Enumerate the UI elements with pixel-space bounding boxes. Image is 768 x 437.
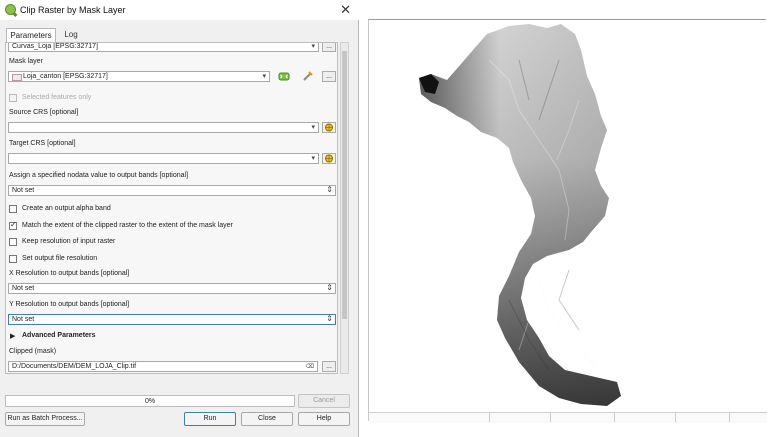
selected-features-label: Selected features only bbox=[22, 94, 92, 101]
mask-layer-label: Mask layer bbox=[9, 58, 43, 65]
keep-resolution-checkbox[interactable] bbox=[9, 238, 17, 246]
alpha-band-label: Create an output alpha band bbox=[22, 205, 111, 212]
help-button[interactable]: Help bbox=[298, 412, 350, 426]
y-resolution-value: Not set bbox=[12, 316, 35, 323]
x-resolution-label: X Resolution to output bands [optional] bbox=[9, 270, 130, 277]
input-layer-browse-button[interactable]: ... bbox=[322, 43, 336, 52]
input-layer-value: Curvas_Loja [EPSG:32717] bbox=[12, 43, 98, 50]
spin-arrows-icon[interactable]: ⇕ bbox=[326, 283, 333, 292]
status-field bbox=[489, 413, 551, 422]
advanced-options-icon[interactable] bbox=[302, 70, 314, 81]
progress-bar: 0% bbox=[5, 395, 295, 407]
spin-arrows-icon[interactable]: ⇕ bbox=[326, 314, 333, 323]
tab-log[interactable]: Log bbox=[58, 28, 84, 42]
qgis-logo-icon bbox=[5, 4, 16, 15]
expand-arrow-icon[interactable]: ▶ bbox=[10, 332, 15, 340]
set-resolution-label: Set output file resolution bbox=[22, 255, 98, 262]
cancel-button[interactable]: Cancel bbox=[298, 394, 350, 408]
clipped-output-input[interactable]: D:/Documents/DEM/DEM_LOJA_Clip.tif ⌫ bbox=[8, 361, 318, 372]
x-resolution-input[interactable]: Not set ⇕ bbox=[8, 283, 336, 294]
chevron-down-icon: ▾ bbox=[311, 155, 315, 162]
run-button[interactable]: Run bbox=[184, 412, 236, 426]
target-crs-label: Target CRS [optional] bbox=[9, 140, 76, 147]
set-resolution-checkbox[interactable] bbox=[9, 255, 17, 263]
target-crs-select-icon[interactable] bbox=[322, 153, 336, 164]
chevron-down-icon: ▾ bbox=[311, 43, 315, 50]
tab-parameters[interactable]: Parameters bbox=[6, 28, 56, 42]
chevron-down-icon: ▾ bbox=[262, 73, 266, 80]
spin-arrows-icon[interactable]: ⇕ bbox=[326, 185, 333, 194]
input-layer-combo[interactable]: Curvas_Loja [EPSG:32717] ▾ bbox=[8, 43, 319, 52]
advanced-parameters-toggle[interactable]: Advanced Parameters bbox=[22, 332, 96, 339]
dem-raster-image bbox=[419, 24, 621, 406]
clear-field-icon[interactable]: ⌫ bbox=[306, 363, 314, 370]
polygon-layer-icon bbox=[12, 74, 22, 81]
source-crs-label: Source CRS [optional] bbox=[9, 109, 79, 116]
scrollbar[interactable] bbox=[340, 42, 349, 374]
clip-raster-dialog: Clip Raster by Mask Layer ✕ Parameters L… bbox=[0, 0, 359, 437]
iterate-features-icon[interactable] bbox=[278, 71, 290, 82]
chevron-down-icon: ▾ bbox=[311, 124, 315, 131]
selected-features-checkbox[interactable] bbox=[9, 94, 17, 102]
parameters-panel: Curvas_Loja [EPSG:32717] ▾ ... Mask laye… bbox=[5, 42, 338, 374]
nodata-label: Assign a specified nodata value to outpu… bbox=[9, 172, 189, 179]
alpha-band-checkbox[interactable] bbox=[9, 205, 17, 213]
status-field bbox=[614, 413, 676, 422]
keep-resolution-label: Keep resolution of input raster bbox=[22, 238, 116, 245]
source-crs-select-icon[interactable] bbox=[322, 122, 336, 133]
clipped-output-browse-button[interactable]: ... bbox=[322, 361, 336, 372]
clipped-output-value: D:/Documents/DEM/DEM_LOJA_Clip.tif bbox=[12, 363, 137, 370]
title-bar: Clip Raster by Mask Layer ✕ bbox=[0, 0, 359, 20]
clipped-output-label: Clipped (mask) bbox=[9, 348, 57, 355]
status-field bbox=[729, 413, 768, 422]
scrollbar-thumb[interactable] bbox=[342, 51, 347, 319]
match-extent-label: Match the extent of the clipped raster t… bbox=[22, 222, 233, 229]
mask-layer-value: Loja_canton [EPSG:32717] bbox=[23, 73, 108, 80]
close-icon[interactable]: ✕ bbox=[340, 2, 351, 18]
y-resolution-label: Y Resolution to output bands [optional] bbox=[9, 301, 130, 308]
map-status-strip bbox=[369, 412, 767, 423]
match-extent-checkbox[interactable] bbox=[9, 220, 17, 230]
close-button[interactable]: Close bbox=[241, 412, 293, 426]
nodata-input[interactable]: Not set ⇕ bbox=[8, 185, 336, 196]
source-crs-combo[interactable]: ▾ bbox=[8, 122, 319, 133]
mask-layer-browse-button[interactable]: ... bbox=[322, 71, 336, 82]
x-resolution-value: Not set bbox=[12, 285, 35, 292]
y-resolution-input[interactable]: Not set ⇕ bbox=[8, 314, 336, 325]
nodata-value: Not set bbox=[12, 187, 35, 194]
window-title: Clip Raster by Mask Layer bbox=[20, 5, 126, 15]
mask-layer-combo[interactable]: Loja_canton [EPSG:32717] ▾ bbox=[8, 71, 270, 82]
progress-text: 0% bbox=[144, 398, 156, 405]
target-crs-combo[interactable]: ▾ bbox=[8, 153, 319, 164]
run-batch-button[interactable]: Run as Batch Process... bbox=[5, 412, 85, 426]
map-canvas[interactable] bbox=[368, 19, 767, 423]
